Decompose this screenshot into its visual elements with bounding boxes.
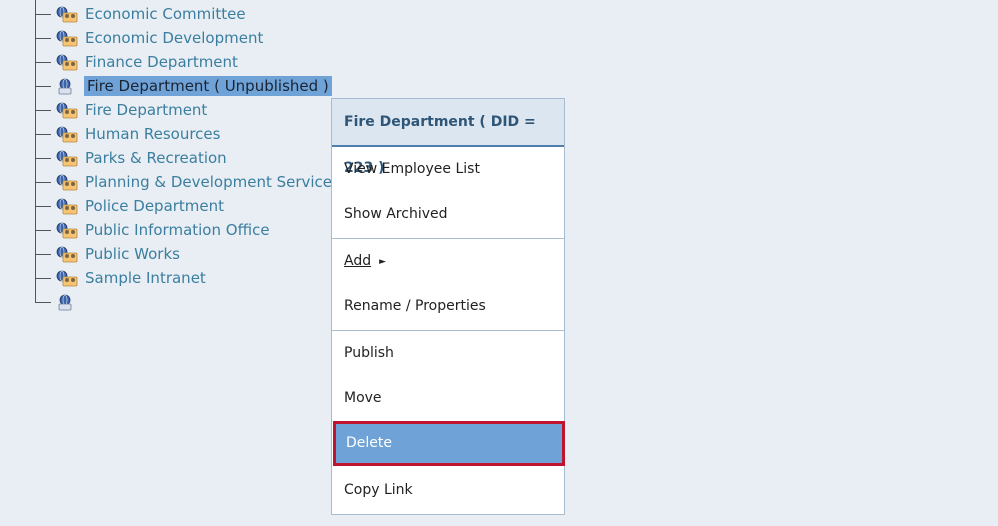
tree-item-planning-development[interactable]: Planning & Development Services [0, 170, 340, 194]
tree-branch-line [35, 278, 51, 279]
group-folder-icon [56, 270, 78, 287]
menu-item-add-label: Add [344, 253, 372, 269]
tree-item-label[interactable]: Police Department [85, 196, 224, 216]
tree-item-finance-department[interactable]: Finance Department [0, 50, 340, 74]
menu-item-rename-properties[interactable]: Rename / Properties [332, 284, 564, 329]
menu-item-publish[interactable]: Publish [332, 331, 564, 376]
group-folder-icon [56, 6, 78, 23]
group-folder-icon [56, 222, 78, 239]
tree-item-economic-development[interactable]: Economic Development [0, 26, 340, 50]
tree-branch-line [35, 206, 51, 207]
tree-branch-line [35, 86, 51, 87]
tree-item-label[interactable]: Sample Intranet [85, 268, 206, 288]
submenu-arrow-icon: ► [379, 257, 387, 267]
menu-item-copy-link[interactable]: Copy Link [332, 468, 564, 513]
single-folder-icon [58, 78, 72, 95]
tree-item-sample-intranet[interactable]: Sample Intranet [0, 266, 340, 290]
group-folder-icon [56, 126, 78, 143]
menu-item-show-archived[interactable]: Show Archived [332, 192, 564, 237]
single-folder-icon [58, 294, 72, 311]
tree-item-label[interactable]: Public Works [85, 244, 180, 264]
tree-item-police-department[interactable]: Police Department [0, 194, 340, 218]
tree-item-label[interactable]: Parks & Recreation [85, 148, 227, 168]
tree-item-label[interactable]: Fire Department ( Unpublished ) [84, 76, 332, 96]
tree-item-label[interactable]: Economic Committee [85, 4, 246, 24]
tree-item-economic-committee[interactable]: Economic Committee [0, 2, 340, 26]
tree-branch-line [35, 158, 51, 159]
tree-branch-line [35, 254, 51, 255]
tree-item-human-resources[interactable]: Human Resources [0, 122, 340, 146]
group-folder-icon [56, 30, 78, 47]
group-folder-icon [56, 198, 78, 215]
tree-item-parks-recreation[interactable]: Parks & Recreation [0, 146, 340, 170]
tree-branch-line [35, 62, 51, 63]
tree-item-label[interactable]: Human Resources [85, 124, 220, 144]
tree-item-label[interactable]: Finance Department [85, 52, 238, 72]
group-folder-icon [56, 54, 78, 71]
tree-branch-line [35, 230, 51, 231]
tree-branch-line [35, 182, 51, 183]
tree-item-label[interactable]: Fire Department [85, 100, 207, 120]
context-menu-title: Fire Department ( DID = 223 ) [332, 99, 564, 176]
tree-item-public-works[interactable]: Public Works [0, 242, 340, 266]
tree-branch-line [35, 302, 51, 303]
tree-branch-line [35, 14, 51, 15]
group-folder-icon [56, 150, 78, 167]
menu-item-add[interactable]: Add ► [332, 239, 564, 284]
tree-item-label[interactable]: Planning & Development Services [85, 172, 340, 192]
group-folder-icon [56, 102, 78, 119]
group-folder-icon [56, 174, 78, 191]
tree-item-unnamed[interactable] [0, 290, 340, 314]
tree-branch-line [35, 110, 51, 111]
tree-item-fire-department-unpublished[interactable]: Fire Department ( Unpublished ) [0, 74, 340, 98]
context-menu: Fire Department ( DID = 223 ) View Emplo… [331, 98, 565, 515]
menu-item-delete[interactable]: Delete [333, 421, 565, 466]
tree-branch-line [35, 134, 51, 135]
group-folder-icon [56, 246, 78, 263]
tree-item-fire-department[interactable]: Fire Department [0, 98, 340, 122]
tree-item-label[interactable]: Public Information Office [85, 220, 270, 240]
menu-item-move[interactable]: Move [332, 376, 564, 421]
tree-branch-line [35, 38, 51, 39]
menu-item-view-employee-list[interactable]: View Employee List [332, 147, 564, 192]
tree-item-public-information-office[interactable]: Public Information Office [0, 218, 340, 242]
tree-item-label[interactable]: Economic Development [85, 28, 263, 48]
